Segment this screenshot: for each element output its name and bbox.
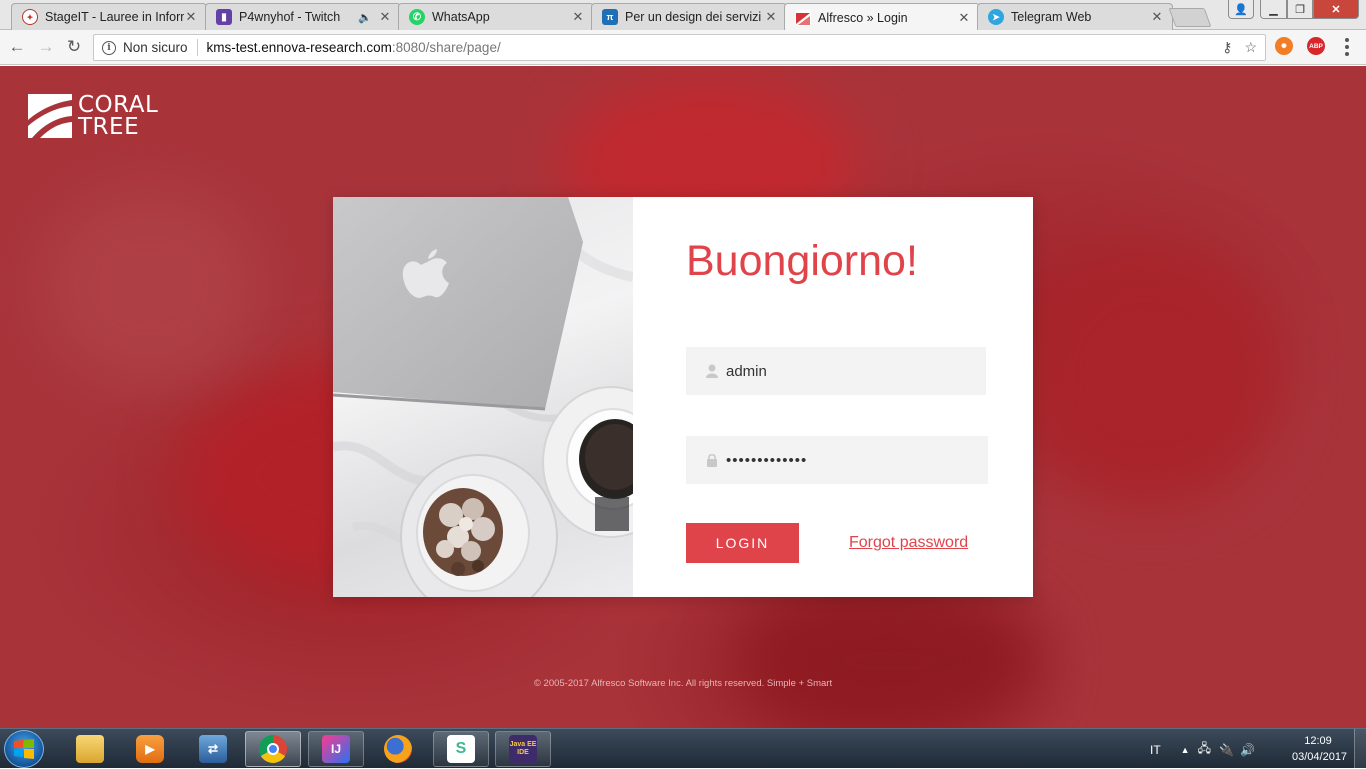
taskbar-firefox[interactable] xyxy=(370,731,426,767)
user-profile-icon[interactable]: 👤 xyxy=(1228,0,1254,19)
reload-button[interactable]: ↻ xyxy=(63,36,85,58)
separator xyxy=(196,39,198,56)
close-icon[interactable]: ✕ xyxy=(378,9,392,25)
tab-title: Per un design dei servizi xyxy=(625,10,762,24)
tab-telegram[interactable]: ➤ Telegram Web ✕ xyxy=(977,3,1173,30)
user-icon xyxy=(706,364,718,378)
tab-twitch[interactable]: ▮ P4wnyhof - Twitch 🔈 ✕ xyxy=(205,3,401,30)
tab-whatsapp[interactable]: ✆ WhatsApp ✕ xyxy=(398,3,594,30)
whatsapp-icon: ✆ xyxy=(409,9,425,25)
speaker-icon[interactable]: 🔈 xyxy=(358,11,372,24)
taskbar-chrome[interactable] xyxy=(245,731,301,767)
logo-text: CORAL TREE xyxy=(78,92,159,140)
taskbar-eclipse[interactable]: Java EE IDE xyxy=(495,731,551,767)
close-window-button[interactable]: ✕ xyxy=(1313,0,1359,19)
intellij-icon: IJ xyxy=(322,735,350,763)
login-button[interactable]: LOGIN xyxy=(686,523,799,563)
login-card: Buongiorno! admin ••••••••••••• LOGIN Fo… xyxy=(333,197,1033,597)
tab-title: P4wnyhof - Twitch xyxy=(239,10,341,24)
slack-icon: S xyxy=(447,735,475,763)
taskbar-slack[interactable]: S xyxy=(433,731,489,767)
hero-photo xyxy=(333,197,633,597)
tab-design-servizi[interactable]: π Per un design dei servizi ✕ xyxy=(591,3,787,30)
username-field[interactable]: admin xyxy=(686,347,986,395)
windows-logo-icon xyxy=(14,739,34,759)
eclipse-javaee-icon: Java EE IDE xyxy=(509,735,537,763)
bookmark-star-icon[interactable]: ☆ xyxy=(1244,39,1257,56)
back-button[interactable]: ← xyxy=(6,36,28,58)
login-page: CORAL TREE Buongiorno! admin •••••••••••… xyxy=(0,66,1366,728)
url-path[interactable]: :8080/share/page/ xyxy=(392,40,501,55)
url-host[interactable]: kms-test.ennova-research.com xyxy=(207,40,392,55)
coral-tree-mark-icon xyxy=(28,94,72,138)
window-controls: 👤 ▁ ❐ ✕ xyxy=(1228,0,1359,19)
copyright-footer: © 2005-2017 Alfresco Software Inc. All r… xyxy=(533,678,833,689)
clock-time: 12:09 xyxy=(1304,735,1332,747)
hola-extension-icon[interactable]: ✺ xyxy=(1275,37,1293,55)
show-desktop-button[interactable] xyxy=(1354,729,1366,769)
close-icon[interactable]: ✕ xyxy=(184,9,198,25)
firefox-icon xyxy=(384,735,412,763)
omnibox-actions: ⚷ ☆ xyxy=(1222,39,1257,56)
chrome-icon xyxy=(259,735,287,763)
close-icon[interactable]: ✕ xyxy=(571,9,585,25)
laptop-coffee-illustration xyxy=(333,197,633,597)
maximize-button[interactable]: ❐ xyxy=(1287,0,1313,19)
taskbar-media-player[interactable]: ▶ xyxy=(122,731,178,767)
browser-tab-strip: ✦ StageIT - Lauree in Informatica ✕ ▮ P4… xyxy=(0,0,1366,31)
background-flower xyxy=(40,186,260,386)
lock-icon xyxy=(706,453,718,467)
tab-title: StageIT - Lauree in Informatica xyxy=(45,10,184,24)
chrome-menu-icon[interactable] xyxy=(1344,38,1350,56)
language-indicator[interactable]: IT xyxy=(1150,743,1161,757)
power-icon[interactable]: 🔌 xyxy=(1219,743,1234,757)
tab-title: Telegram Web xyxy=(1011,10,1092,24)
unipd-seal-icon: ✦ xyxy=(22,9,38,25)
security-label[interactable]: Non sicuro xyxy=(123,40,188,55)
background-flower xyxy=(1020,246,1280,506)
browser-toolbar: ← → ↻ i Non sicuro kms-test.ennova-resea… xyxy=(0,30,1366,65)
close-icon[interactable]: ✕ xyxy=(764,9,778,25)
close-icon[interactable]: ✕ xyxy=(1150,9,1164,25)
network-tool-icon: ⇄ xyxy=(199,735,227,763)
tab-title: Alfresco » Login xyxy=(818,10,908,25)
password-field[interactable]: ••••••••••••• xyxy=(686,436,988,484)
start-button[interactable] xyxy=(4,730,44,768)
info-icon[interactable]: i xyxy=(102,40,116,55)
tab-stageit[interactable]: ✦ StageIT - Lauree in Informatica ✕ xyxy=(11,3,207,30)
tray-expand-icon[interactable]: ▲ xyxy=(1181,745,1190,755)
tab-alfresco-login[interactable]: Alfresco » Login ✕ xyxy=(784,3,980,31)
windows-taskbar: ▶ ⇄ IJ S Java EE IDE IT ▲ 🖧 🔌 🔊 12:09 03… xyxy=(0,728,1366,769)
network-icon[interactable]: 🖧 xyxy=(1198,739,1211,760)
media-player-icon: ▶ xyxy=(136,735,164,763)
twitch-icon: ▮ xyxy=(216,9,232,25)
taskbar-intellij[interactable]: IJ xyxy=(308,731,364,767)
tab-title: WhatsApp xyxy=(432,10,490,24)
forward-button[interactable]: → xyxy=(35,36,57,58)
username-value[interactable]: admin xyxy=(726,363,767,380)
close-icon[interactable]: ✕ xyxy=(957,10,971,26)
telegram-icon: ➤ xyxy=(988,9,1004,25)
logo-line-2: TREE xyxy=(78,114,140,140)
system-tray: IT ▲ 🖧 🔌 🔊 xyxy=(1150,739,1255,760)
alfresco-icon xyxy=(795,9,811,26)
key-icon[interactable]: ⚷ xyxy=(1222,39,1232,56)
volume-icon[interactable]: 🔊 xyxy=(1240,743,1255,757)
address-bar[interactable]: i Non sicuro kms-test.ennova-research.co… xyxy=(93,34,1266,61)
system-clock[interactable]: 12:09 03/04/2017 xyxy=(1292,733,1348,765)
password-value[interactable]: ••••••••••••• xyxy=(726,452,807,469)
coral-tree-logo: CORAL TREE xyxy=(28,92,159,140)
adblock-plus-icon[interactable]: ABP xyxy=(1307,37,1325,55)
minimize-button[interactable]: ▁ xyxy=(1260,0,1287,19)
new-tab-button[interactable] xyxy=(1168,8,1212,27)
file-explorer-icon xyxy=(76,735,104,763)
medium-icon: π xyxy=(602,9,618,25)
taskbar-file-explorer[interactable] xyxy=(62,731,118,767)
background-flower xyxy=(740,586,1040,728)
logo-line-1: CORAL xyxy=(78,92,159,118)
greeting-heading: Buongiorno! xyxy=(686,237,918,285)
clock-date: 03/04/2017 xyxy=(1292,751,1348,763)
taskbar-network-tool[interactable]: ⇄ xyxy=(185,731,241,767)
forgot-password-link[interactable]: Forgot password xyxy=(849,534,968,552)
